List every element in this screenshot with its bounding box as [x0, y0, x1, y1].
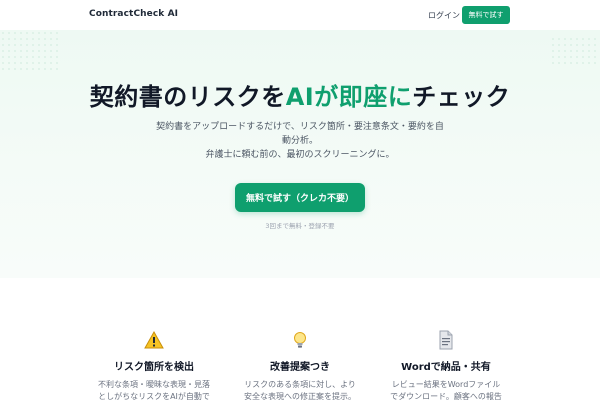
- decorative-dots: [0, 30, 60, 70]
- hero-title-part2: チェック: [412, 83, 511, 111]
- logo[interactable]: ContractCheck AI: [89, 9, 178, 19]
- hero-title: 契約書のリスクをAIが即座にチェック: [0, 77, 600, 112]
- hero-subtitle-line2: 動分析。: [281, 136, 318, 146]
- hero-title-part1: 契約書のリスクを: [89, 83, 286, 111]
- hero-section: 契約書のリスクをAIが即座にチェック 契約書をアップロードするだけで、リスク箇所…: [0, 30, 600, 278]
- hero-try-free-button[interactable]: 無料で試す（クレカ不要）: [235, 183, 365, 212]
- decorative-dots: [550, 36, 600, 66]
- feature-card-suggestion: 改善提案つき リスクのある条項に対し、より 安全な表現への修正案を提示。: [225, 330, 375, 400]
- document-icon: [439, 330, 453, 350]
- hero-subtitle-line1: 契約書をアップロードするだけで、リスク箇所・要注意条文・要約を自: [156, 122, 444, 132]
- hero-subtitle-line3: 弁護士に頼む前の、最初のスクリーニングに。: [205, 150, 395, 160]
- hero-note: 3回まで無料・登録不要: [265, 222, 335, 230]
- warning-icon: [144, 330, 164, 349]
- header-try-free-button[interactable]: 無料で試す: [462, 6, 510, 24]
- feature-desc: レビュー結果をWordファイル でダウンロード。顧客への報告: [390, 380, 502, 400]
- feature-title: Wordで納品・共有: [401, 362, 491, 373]
- feature-title: 改善提案つき: [270, 362, 330, 373]
- feature-desc: リスクのある条項に対し、より 安全な表現への修正案を提示。: [244, 380, 356, 400]
- feature-title: リスク箇所を検出: [114, 362, 194, 373]
- feature-desc: 不利な条項・曖昧な表現・見落 としがちなリスクをAIが自動で: [98, 380, 210, 400]
- feature-card-risk: リスク箇所を検出 不利な条項・曖昧な表現・見落 としがちなリスクをAIが自動で: [79, 330, 229, 400]
- lightbulb-icon: [294, 332, 306, 348]
- login-link[interactable]: ログイン: [428, 10, 460, 21]
- feature-card-word: Wordで納品・共有 レビュー結果をWordファイル でダウンロード。顧客への報…: [371, 330, 521, 400]
- site-header: ContractCheck AI ログイン 無料で試す: [0, 0, 600, 30]
- hero-title-accent: AIが即座に: [285, 83, 413, 111]
